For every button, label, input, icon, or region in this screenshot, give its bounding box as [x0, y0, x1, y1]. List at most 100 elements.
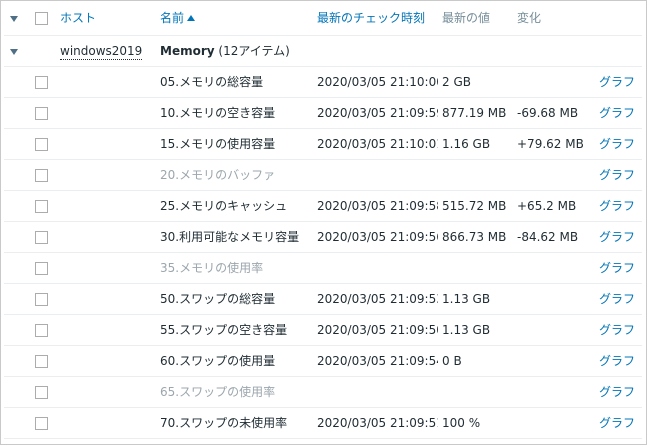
select-all-checkbox[interactable]	[35, 11, 48, 25]
last-check-time: 2020/03/05 21:10:00	[313, 66, 438, 98]
last-check-time	[313, 159, 438, 191]
graph-link[interactable]: グラフ	[599, 416, 635, 430]
item-row: 15.メモリの使用容量 2020/03/05 21:10:01 1.16 GB +79…	[4, 128, 642, 160]
last-value: 866.73 MB	[438, 221, 513, 253]
row-checkbox[interactable]	[35, 292, 48, 306]
row-host-cell	[56, 221, 156, 253]
row-host-cell	[56, 128, 156, 160]
graph-link[interactable]: グラフ	[599, 230, 635, 244]
last-value: 515.72 MB	[438, 190, 513, 222]
graph-link[interactable]: グラフ	[599, 75, 635, 89]
row-check-cell	[31, 128, 56, 160]
last-check-time	[313, 252, 438, 284]
row-toggle-cell	[4, 345, 31, 377]
table-header-row: ホスト 名前 最新のチェック時刻 最新の値 変化	[4, 1, 642, 36]
row-checkbox[interactable]	[35, 323, 48, 337]
change-value	[513, 376, 585, 408]
last-check-time: 2020/03/05 21:09:50	[313, 314, 438, 346]
group-toggle[interactable]	[4, 35, 31, 67]
column-header-name[interactable]: 名前	[156, 1, 313, 36]
graph-link[interactable]: グラフ	[599, 168, 635, 182]
row-checkbox[interactable]	[35, 261, 48, 275]
row-toggle-cell	[4, 314, 31, 346]
graph-cell: グラフ	[585, 190, 642, 222]
graph-link[interactable]: グラフ	[599, 292, 635, 306]
last-value: 1.13 GB	[438, 283, 513, 315]
item-name: 60.スワップの使用量	[156, 345, 313, 377]
change-value: -84.62 MB	[513, 221, 585, 253]
change-value	[513, 66, 585, 98]
graph-link[interactable]: グラフ	[599, 106, 635, 120]
item-row: 70.スワップの未使用率 2020/03/05 21:09:51 100 % グラフ	[4, 407, 642, 439]
group-name-cell: Memory (12アイテム)	[156, 35, 642, 67]
item-name: 10.メモリの空き容量	[156, 97, 313, 129]
row-checkbox[interactable]	[35, 106, 48, 120]
item-row: 65.スワップの使用率 グラフ	[4, 376, 642, 408]
item-name: 70.スワップの未使用率	[156, 407, 313, 439]
row-checkbox[interactable]	[35, 230, 48, 244]
graph-cell: グラフ	[585, 345, 642, 377]
select-all-cell	[31, 1, 56, 36]
row-check-cell	[31, 97, 56, 129]
row-host-cell	[56, 97, 156, 129]
row-check-cell	[31, 252, 56, 284]
column-header-change: 変化	[513, 1, 585, 36]
change-value	[513, 252, 585, 284]
row-host-cell	[56, 314, 156, 346]
column-header-last-value: 最新の値	[438, 1, 513, 36]
row-check-cell	[31, 283, 56, 315]
item-row: 10.メモリの空き容量 2020/03/05 21:09:59 877.19 MB -…	[4, 97, 642, 129]
column-header-graph	[585, 1, 642, 36]
row-toggle-cell	[4, 97, 31, 129]
graph-cell: グラフ	[585, 283, 642, 315]
row-check-cell	[31, 314, 56, 346]
graph-link[interactable]: グラフ	[599, 199, 635, 213]
triangle-down-icon	[10, 15, 18, 22]
change-value	[513, 407, 585, 439]
group-check-cell	[31, 35, 56, 67]
last-check-time: 2020/03/05 21:09:59	[313, 97, 438, 129]
row-check-cell	[31, 66, 56, 98]
graph-link[interactable]: グラフ	[599, 323, 635, 337]
row-toggle-cell	[4, 252, 31, 284]
row-checkbox[interactable]	[35, 137, 48, 151]
column-header-host[interactable]: ホスト	[56, 1, 156, 36]
host-link[interactable]: windows2019	[60, 43, 143, 60]
item-name: 30.利用可能なメモリ容量	[156, 221, 313, 253]
change-value	[513, 283, 585, 315]
item-name: 20.メモリのバッファ	[156, 159, 313, 191]
graph-cell: グラフ	[585, 252, 642, 284]
last-check-time: 2020/03/05 21:09:51	[313, 407, 438, 439]
row-checkbox[interactable]	[35, 354, 48, 368]
graph-link[interactable]: グラフ	[599, 385, 635, 399]
row-checkbox[interactable]	[35, 75, 48, 89]
graph-link[interactable]: グラフ	[599, 354, 635, 368]
row-checkbox[interactable]	[35, 385, 48, 399]
item-count: (12アイテム)	[218, 44, 290, 58]
row-check-cell	[31, 407, 56, 439]
last-check-time: 2020/03/05 21:09:54	[313, 345, 438, 377]
change-value	[513, 159, 585, 191]
scrollbar[interactable]	[641, 1, 646, 444]
graph-cell: グラフ	[585, 128, 642, 160]
graph-link[interactable]: グラフ	[599, 137, 635, 151]
item-row: 05.メモリの総容量 2020/03/05 21:10:00 2 GB グラフ	[4, 66, 642, 98]
graph-link[interactable]: グラフ	[599, 261, 635, 275]
last-value	[438, 159, 513, 191]
item-row: 35.メモリの使用率 グラフ	[4, 252, 642, 284]
collapse-all-toggle[interactable]	[4, 1, 31, 36]
change-value: +79.62 MB	[513, 128, 585, 160]
last-check-time: 2020/03/05 21:09:56	[313, 221, 438, 253]
row-checkbox[interactable]	[35, 199, 48, 213]
row-check-cell	[31, 221, 56, 253]
graph-cell: グラフ	[585, 376, 642, 408]
graph-cell: グラフ	[585, 66, 642, 98]
column-header-last-check[interactable]: 最新のチェック時刻	[313, 1, 438, 36]
item-name: 15.メモリの使用容量	[156, 128, 313, 160]
last-check-time: 2020/03/05 21:10:01	[313, 128, 438, 160]
item-row: 50.スワップの総容量 2020/03/05 21:09:53 1.13 GB グラフ	[4, 283, 642, 315]
item-row: 55.スワップの空き容量 2020/03/05 21:09:50 1.13 GB グラ…	[4, 314, 642, 346]
row-checkbox[interactable]	[35, 416, 48, 430]
row-checkbox[interactable]	[35, 168, 48, 182]
item-name: 05.メモリの総容量	[156, 66, 313, 98]
